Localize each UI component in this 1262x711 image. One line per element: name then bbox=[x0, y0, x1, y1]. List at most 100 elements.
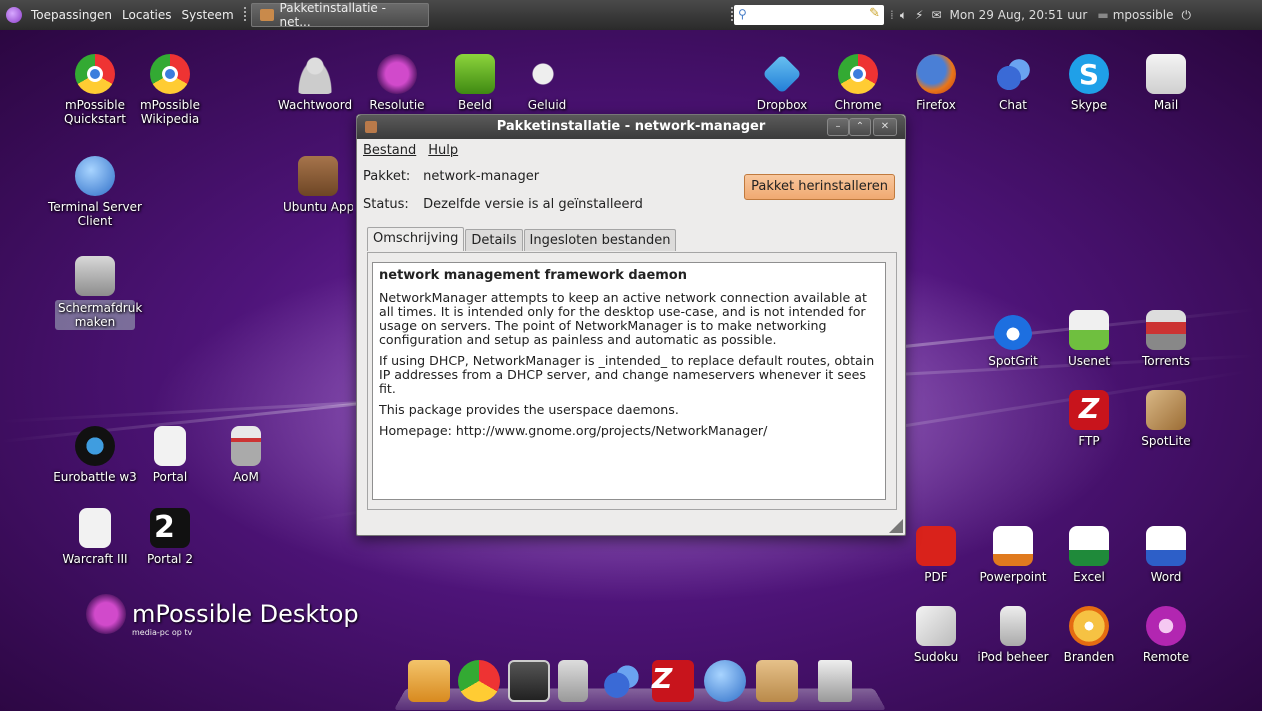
desktop-icon-word[interactable]: Word bbox=[1126, 526, 1206, 584]
panel-separator bbox=[731, 7, 733, 23]
desktop-icon-remote[interactable]: Remote bbox=[1126, 606, 1206, 664]
panel-separator: ⁞ bbox=[890, 8, 894, 22]
desktop-icon-firefox[interactable]: Firefox bbox=[896, 54, 976, 112]
mail-icon[interactable]: ✉︎ bbox=[931, 8, 941, 22]
desktop-icon-excel[interactable]: Excel bbox=[1049, 526, 1129, 584]
reinstall-button[interactable]: Pakket herinstalleren bbox=[744, 174, 895, 200]
minimize-button[interactable]: – bbox=[827, 118, 849, 136]
taskbar-window-label: Pakketinstallatie - net... bbox=[279, 1, 386, 29]
maximize-button[interactable]: ⌃ bbox=[849, 118, 871, 136]
resize-grip[interactable] bbox=[889, 519, 903, 533]
torrent-icon bbox=[1146, 310, 1186, 350]
desktop-icon-burn[interactable]: Branden bbox=[1049, 606, 1129, 664]
clock[interactable]: Mon 29 Aug, 20:51 uur bbox=[950, 8, 1088, 22]
desktop-icon-label: Schermafdruk maken bbox=[55, 300, 142, 330]
desktop-icon-ipod[interactable]: iPod beheer bbox=[973, 606, 1053, 664]
tab-description[interactable]: Omschrijving bbox=[367, 227, 465, 251]
desktop-icon-wikipedia[interactable]: mPossible Wikipedia bbox=[130, 54, 210, 126]
desktop-icon-label: PDF bbox=[924, 570, 948, 584]
desktop-icon-usenet[interactable]: Usenet bbox=[1049, 310, 1129, 368]
desktop-icon-resolution[interactable]: Resolutie bbox=[357, 54, 437, 112]
desktop-icon-label: Beeld bbox=[458, 98, 492, 112]
power-icon[interactable]: ⏻ bbox=[1182, 8, 1192, 23]
desktop-icon-label: Portal 2 bbox=[147, 552, 193, 566]
desktop-icon-quickstart[interactable]: mPossible Quickstart bbox=[55, 54, 135, 126]
status-label: Status: bbox=[363, 197, 409, 212]
desktop-icon-dropbox[interactable]: Dropbox bbox=[742, 54, 822, 112]
chrome-icon[interactable] bbox=[458, 660, 500, 702]
tab-details[interactable]: Details bbox=[465, 229, 523, 251]
package-icon[interactable] bbox=[756, 660, 798, 702]
desktop-icon-screenshot[interactable]: Schermafdruk maken bbox=[55, 256, 142, 330]
volume-icon[interactable]: 🔈︎ bbox=[900, 8, 907, 23]
powerpoint-icon bbox=[993, 526, 1033, 566]
filezilla-icon bbox=[1069, 390, 1109, 430]
desktop-icon-torrents[interactable]: Torrents bbox=[1126, 310, 1206, 368]
dialog-title: Pakketinstallatie - network-manager bbox=[496, 119, 766, 134]
description-homepage: Homepage: http://www.gnome.org/projects/… bbox=[379, 423, 768, 438]
desktop-icon-label: Dropbox bbox=[756, 98, 808, 112]
desktop-icon-pdf[interactable]: PDF bbox=[896, 526, 976, 584]
desktop-icon-warcraft[interactable]: Warcraft III bbox=[55, 508, 135, 566]
desktop-icon-sudoku[interactable]: Sudoku bbox=[896, 606, 976, 664]
mpossible-icon bbox=[377, 54, 417, 94]
description-paragraph: If using DHCP, NetworkManager is _intend… bbox=[379, 353, 875, 396]
desktop-icon-terminal-server[interactable]: Terminal Server Client bbox=[40, 156, 150, 228]
desktop-icon-label: mPossible Quickstart bbox=[64, 98, 126, 126]
desktop-icon-ftp[interactable]: FTP bbox=[1049, 390, 1129, 448]
close-button[interactable]: ✕ bbox=[873, 118, 897, 136]
anchor-icon[interactable] bbox=[408, 660, 450, 702]
desktop-icon-sound[interactable]: Geluid bbox=[507, 54, 587, 112]
desktop-icon-portal[interactable]: Portal bbox=[130, 426, 210, 484]
mail-icon bbox=[1146, 54, 1186, 94]
camera-icon bbox=[75, 256, 115, 296]
tab-bar: Omschrijving Details Ingesloten bestande… bbox=[367, 227, 677, 251]
desktop-icon-password[interactable]: Wachtwoord bbox=[275, 54, 355, 112]
menu-help[interactable]: Hulp bbox=[428, 143, 458, 158]
desktop-icon-label: Word bbox=[1150, 570, 1182, 584]
ubuntu-logo-icon[interactable] bbox=[6, 7, 22, 23]
package-icon bbox=[259, 9, 274, 21]
desktop-icon-eurobattle[interactable]: Eurobattle w3 bbox=[50, 426, 140, 484]
trash-icon[interactable] bbox=[818, 660, 852, 702]
filezilla-icon[interactable] bbox=[652, 660, 694, 702]
nvidia-icon bbox=[455, 54, 495, 94]
description-text-area[interactable]: network management framework daemon Netw… bbox=[372, 262, 886, 500]
taskbar-window-button[interactable]: Pakketinstallatie - net... bbox=[250, 1, 429, 29]
status-row: Status: Dezelfde versie is al geïnstalle… bbox=[363, 197, 643, 212]
chat-icon[interactable] bbox=[600, 660, 642, 702]
menu-applications[interactable]: Toepassingen bbox=[26, 8, 117, 22]
dialog-titlebar[interactable]: Pakketinstallatie - network-manager – ⌃ … bbox=[357, 115, 905, 139]
menu-places[interactable]: Locaties bbox=[117, 8, 176, 22]
desktop-icon-aom[interactable]: AoM bbox=[206, 426, 286, 484]
desktop-icon-label: iPod beheer bbox=[977, 650, 1049, 664]
desktop-icon-powerpoint[interactable]: Powerpoint bbox=[973, 526, 1053, 584]
terminal-icon[interactable] bbox=[508, 660, 550, 702]
desktop-icon-skype[interactable]: Skype bbox=[1049, 54, 1129, 112]
desktop-icon-ubuntu-apps[interactable]: Ubuntu Apps bbox=[283, 156, 353, 214]
desktop-icon-chat[interactable]: Chat bbox=[973, 54, 1053, 112]
desktop-icon-display[interactable]: Beeld bbox=[435, 54, 515, 112]
portal2-icon bbox=[150, 508, 190, 548]
desktop-icon-mail[interactable]: Mail bbox=[1126, 54, 1206, 112]
desktop-icon-label: mPossible Wikipedia bbox=[139, 98, 200, 126]
network-icon[interactable]: ⚡︎ bbox=[915, 8, 923, 22]
ipod-icon bbox=[1000, 606, 1026, 646]
terminal-globe-icon bbox=[75, 156, 115, 196]
terminal-globe-icon[interactable] bbox=[704, 660, 746, 702]
disk-icon[interactable] bbox=[558, 660, 588, 702]
menu-file[interactable]: Bestand bbox=[363, 143, 416, 158]
search-input[interactable]: ⚲ ✎ bbox=[734, 5, 884, 25]
desktop-icon-spotgrit[interactable]: SpotGrit bbox=[973, 310, 1053, 368]
tab-included-files[interactable]: Ingesloten bestanden bbox=[523, 229, 677, 251]
menu-system[interactable]: Systeem bbox=[177, 8, 239, 22]
chat-status-icon[interactable]: ▬ bbox=[1097, 8, 1108, 22]
username[interactable]: mpossible bbox=[1113, 8, 1174, 22]
desktop-icon-label: Chat bbox=[998, 98, 1028, 112]
mpossible-logo-icon bbox=[86, 594, 126, 634]
desktop-icon-chrome[interactable]: Chrome bbox=[818, 54, 898, 112]
package-installer-dialog: Pakketinstallatie - network-manager – ⌃ … bbox=[356, 114, 906, 536]
clear-icon[interactable]: ✎ bbox=[869, 6, 880, 21]
desktop-icon-spotlite[interactable]: SpotLite bbox=[1126, 390, 1206, 448]
desktop-icon-portal2[interactable]: Portal 2 bbox=[130, 508, 210, 566]
